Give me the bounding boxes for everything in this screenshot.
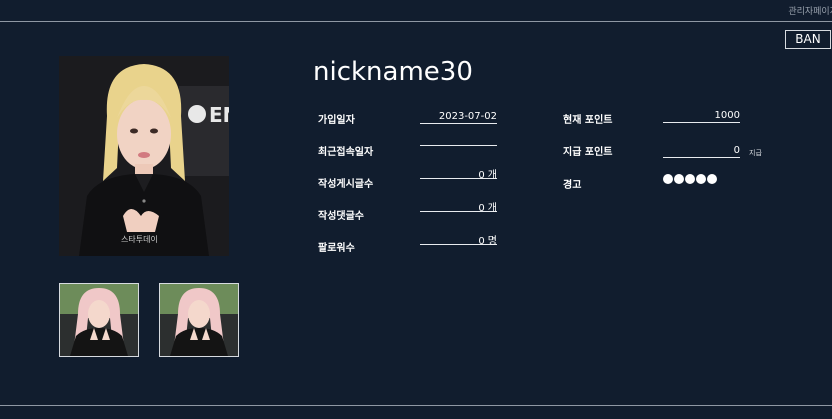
join-date-value: 2023-07-02 [420,111,497,124]
last-login-label: 최근접속일자 [318,147,374,158]
top-bar: 관리자페이지 [0,0,832,22]
bottom-divider [0,405,832,406]
comment-count-value: 0개 [420,199,497,214]
nickname-title: nickname30 [313,57,473,87]
comment-count-unit: 개 [487,203,497,214]
photo-thumbnail-image [60,284,138,356]
comment-count-number: 0 [478,203,485,214]
ban-button[interactable]: BAN [785,30,831,49]
join-date-text: 2023-07-02 [438,111,497,122]
warning-dot[interactable] [696,174,706,184]
follower-count-label: 팔로워수 [318,243,355,254]
current-points-number: 1000 [714,110,740,121]
photo-thumbnail-1[interactable] [59,283,139,357]
grant-points-input[interactable]: 0 [663,145,740,158]
current-points-label: 현재 포인트 [563,115,613,126]
svg-text:EN: EN [209,103,229,127]
join-date-label: 가입일자 [318,115,355,126]
post-count-value: 0개 [420,166,497,181]
admin-page-link[interactable]: 관리자페이지 [788,4,832,17]
post-count-label: 작성게시글수 [318,179,374,190]
warning-label: 경고 [563,180,582,191]
svg-text:스타투데이: 스타투데이 [121,234,158,244]
warning-level[interactable] [663,174,717,184]
photo-thumbnail-image [160,284,238,356]
follower-count-number: 0 [478,236,485,247]
warning-dot[interactable] [685,174,695,184]
post-count-unit: 개 [487,170,497,181]
grant-points-button[interactable]: 지급 [749,148,762,158]
follower-count-value: 0명 [420,232,497,247]
warning-dot[interactable] [707,174,717,184]
profile-photo-image: EN 스타투데이 [59,56,229,256]
profile-photo: EN 스타투데이 [59,56,229,256]
warning-dot[interactable] [663,174,673,184]
post-count-number: 0 [478,170,485,181]
grant-points-number: 0 [733,145,740,156]
warning-dot[interactable] [674,174,684,184]
comment-count-label: 작성댓글수 [318,211,364,222]
grant-points-label: 지급 포인트 [563,147,613,158]
last-login-value [420,133,497,146]
follower-count-unit: 명 [487,236,497,247]
photo-thumbnail-2[interactable] [159,283,239,357]
current-points-value: 1000 [663,110,740,123]
